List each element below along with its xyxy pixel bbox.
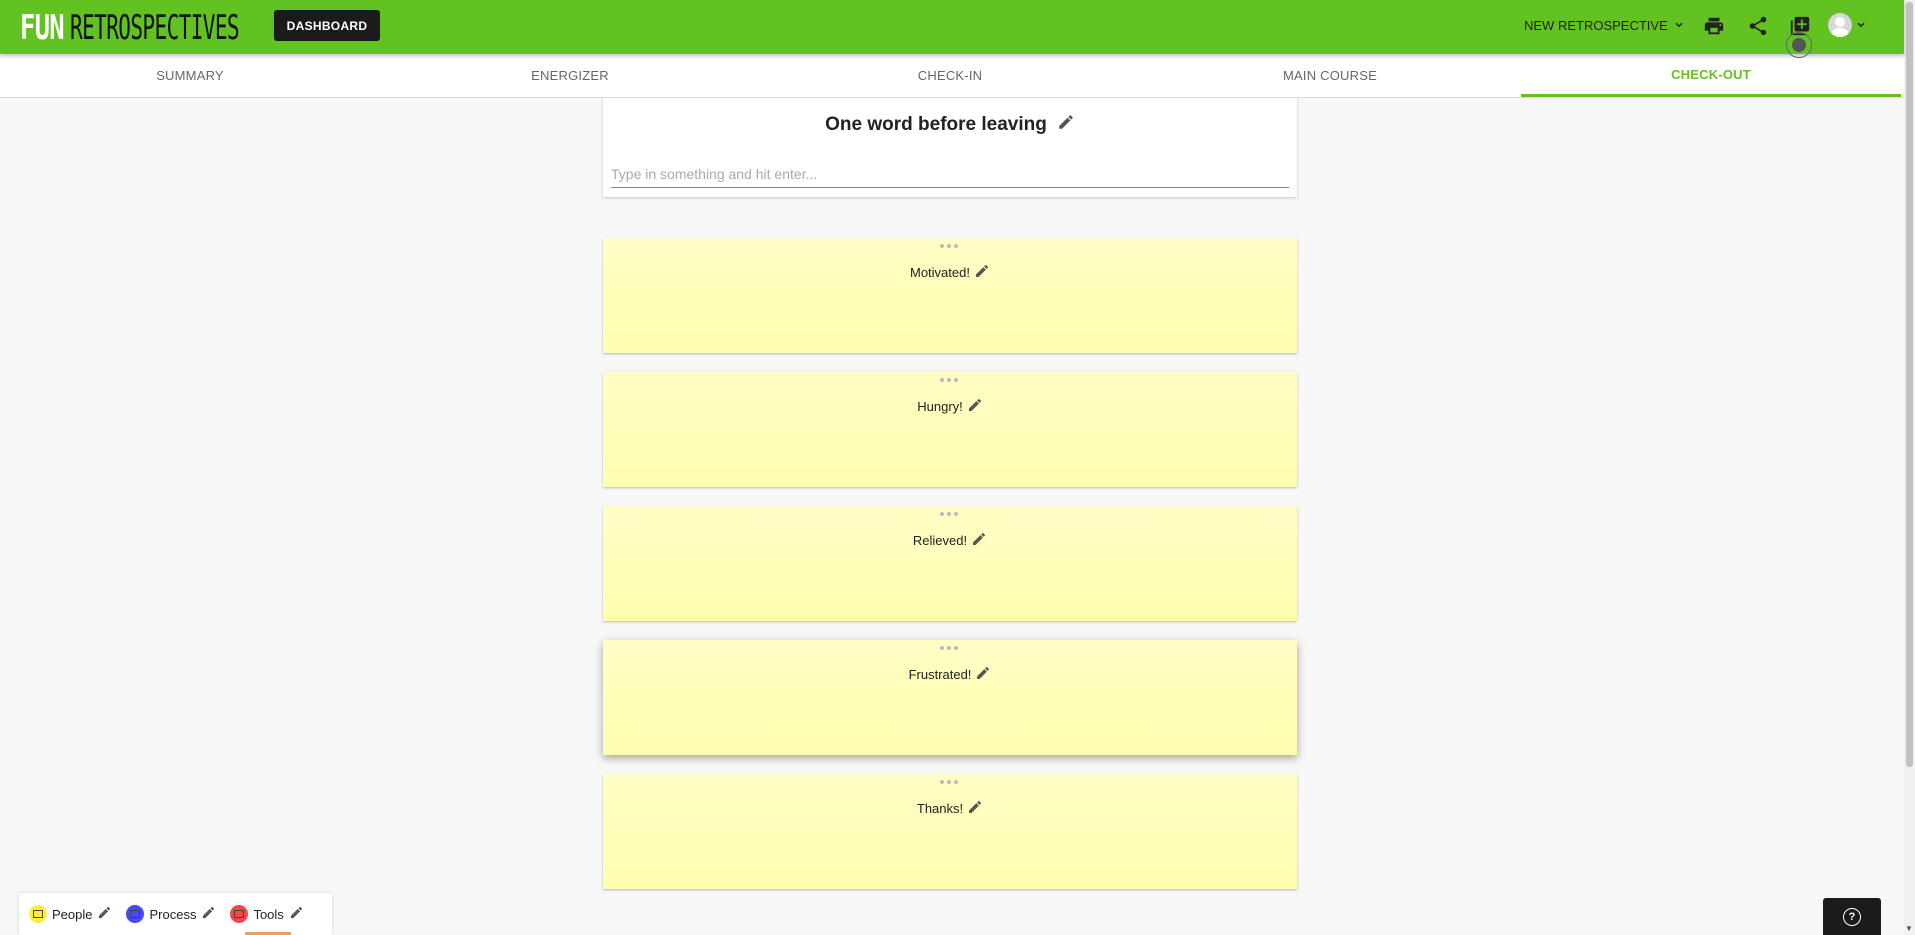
phase-tabs: SUMMARY ENERGIZER CHECK-IN MAIN COURSE C…: [0, 54, 1904, 98]
tab-energizer[interactable]: ENERGIZER: [380, 54, 760, 96]
account-circle-icon: [1828, 13, 1852, 37]
process-color-icon: [126, 905, 145, 923]
edit-pencil-icon[interactable]: [1057, 113, 1075, 137]
drag-handle-icon[interactable]: [937, 780, 961, 786]
drag-handle-icon[interactable]: [937, 378, 961, 384]
edit-pencil-icon[interactable]: [201, 905, 216, 923]
legend-label: Tools: [253, 906, 284, 922]
tab-main-course[interactable]: MAIN COURSE: [1140, 54, 1520, 96]
category-legend: People Process Tools: [19, 893, 332, 935]
edit-pencil-icon[interactable]: [967, 799, 983, 818]
scrollbar[interactable]: ▼: [1904, 0, 1915, 935]
top-bar: FUN RETROSPECTIVES DASHBOARD NEW RETROSP…: [0, 0, 1904, 54]
new-retrospective-menu[interactable]: NEW RETROSPECTIVE: [1524, 14, 1686, 36]
help-button[interactable]: ?: [1823, 898, 1881, 935]
logo-fun-text: FUN: [20, 8, 65, 48]
note-card[interactable]: Frustrated!: [603, 640, 1297, 755]
legend-item-people[interactable]: People: [29, 905, 112, 923]
drag-handle-icon[interactable]: [937, 244, 961, 250]
edit-pencil-icon[interactable]: [967, 397, 983, 416]
logo-retro-text: RETROSPECTIVES: [70, 8, 240, 48]
note-text: Frustrated!: [908, 667, 972, 682]
print-icon[interactable]: [1701, 13, 1727, 39]
new-note-input[interactable]: [611, 161, 1289, 188]
edit-pencil-icon[interactable]: [971, 531, 987, 550]
board-header-card: One word before leaving: [603, 97, 1297, 197]
note-card[interactable]: Thanks!: [603, 774, 1297, 889]
tools-color-icon: [230, 905, 249, 923]
drag-handle-icon[interactable]: [937, 646, 961, 652]
legend-item-tools[interactable]: Tools: [230, 905, 303, 923]
edit-pencil-icon[interactable]: [97, 905, 112, 923]
tab-check-in[interactable]: CHECK-IN: [760, 54, 1140, 96]
new-retrospective-label: NEW RETROSPECTIVE: [1524, 17, 1668, 33]
board-title-row: One word before leaving: [603, 113, 1297, 137]
people-color-icon: [29, 905, 47, 923]
drag-handle-icon[interactable]: [937, 512, 961, 518]
tab-check-out[interactable]: CHECK-OUT: [1521, 54, 1901, 97]
tab-summary[interactable]: SUMMARY: [0, 54, 380, 96]
board-title: One word before leaving: [825, 114, 1047, 135]
cursor-indicator: [1786, 32, 1812, 58]
edit-pencil-icon[interactable]: [975, 665, 991, 684]
scroll-down-arrow-icon[interactable]: ▼: [1905, 924, 1913, 933]
chevron-down-icon: [1857, 22, 1865, 28]
legend-item-process[interactable]: Process: [126, 905, 216, 923]
note-text: Hungry!: [917, 399, 963, 414]
note-card[interactable]: Motivated!: [603, 238, 1297, 353]
note-card[interactable]: Relieved!: [603, 506, 1297, 621]
legend-label: Process: [149, 906, 197, 922]
account-menu[interactable]: [1828, 13, 1868, 37]
dashboard-button[interactable]: DASHBOARD: [274, 10, 380, 41]
share-icon[interactable]: [1745, 13, 1771, 39]
scrollbar-thumb[interactable]: [1906, 2, 1913, 767]
legend-label: People: [52, 906, 93, 922]
note-text: Relieved!: [912, 533, 968, 548]
note-text: Thanks!: [916, 801, 964, 816]
chevron-down-icon: [1675, 22, 1683, 28]
edit-pencil-icon[interactable]: [289, 905, 304, 923]
note-card[interactable]: Hungry!: [603, 372, 1297, 487]
help-icon: ?: [1843, 907, 1861, 926]
note-text: Motivated!: [910, 265, 970, 280]
edit-pencil-icon[interactable]: [974, 263, 990, 282]
